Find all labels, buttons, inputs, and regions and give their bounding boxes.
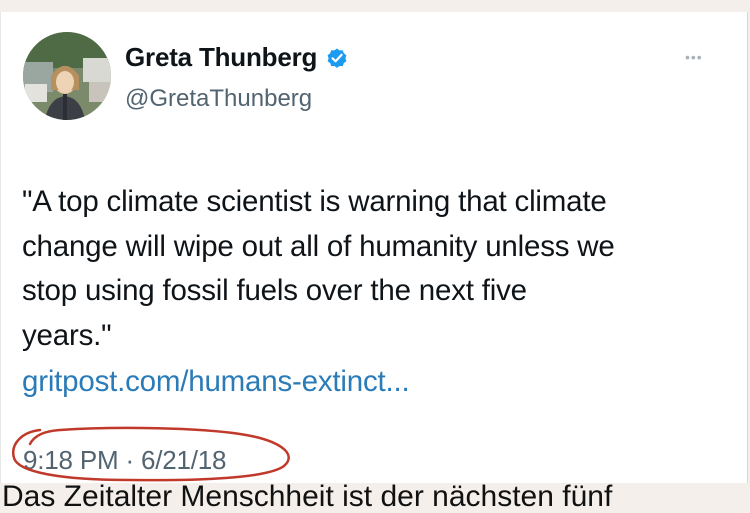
user-handle[interactable]: @GretaThunberg	[125, 85, 312, 113]
avatar[interactable]	[23, 32, 111, 120]
caption-text: Das Zeitalter Menschheit ist der nächste…	[2, 480, 613, 513]
tweet-timestamp[interactable]: 9:18 PM · 6/21/18	[23, 445, 227, 476]
verified-badge-icon	[325, 46, 349, 70]
avatar-photo	[23, 32, 111, 120]
more-options-icon[interactable]: •••	[685, 49, 703, 65]
tweet-date: 6/21/18	[140, 445, 227, 475]
timestamp-separator: ·	[125, 445, 134, 475]
display-name[interactable]: Greta Thunberg	[125, 42, 317, 73]
tweet-time: 9:18 PM	[23, 445, 119, 475]
tweet-link[interactable]: gritpost.com/humans-extinct...	[22, 360, 410, 404]
tweet-text: "A top climate scientist is warning that…	[22, 185, 615, 352]
name-row: Greta Thunberg	[125, 42, 349, 73]
tweet-card: Greta Thunberg @GretaThunberg ••• "A top…	[0, 12, 748, 483]
